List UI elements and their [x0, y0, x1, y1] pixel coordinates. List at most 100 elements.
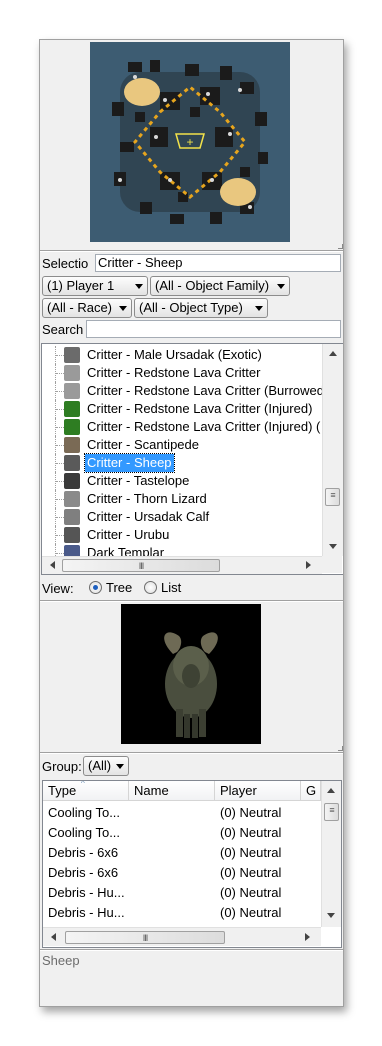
tree-item[interactable]: Critter - Thorn Lizard: [42, 490, 322, 508]
chevron-down-icon: [119, 306, 127, 311]
tree-item[interactable]: Critter - Urubu: [42, 526, 322, 544]
grid-horizontal-scrollbar[interactable]: III: [43, 927, 321, 946]
tree-line: [56, 463, 64, 464]
object-type-dropdown[interactable]: (All - Object Type): [134, 298, 268, 318]
sort-ascending-icon: ^: [81, 781, 85, 788]
scroll-thumb[interactable]: ≡: [324, 803, 339, 821]
scroll-up-icon[interactable]: [327, 788, 335, 793]
player-dropdown[interactable]: (1) Player 1: [42, 276, 148, 296]
cell-name: [134, 903, 218, 923]
column-header-type-label: Type: [48, 783, 77, 798]
dark-templar-icon: [64, 545, 80, 556]
tree-item[interactable]: Critter - Sheep: [42, 453, 322, 473]
search-input[interactable]: [86, 320, 341, 338]
cell-type: Cooling To...: [48, 825, 121, 840]
column-header-player[interactable]: Player: [215, 781, 301, 801]
resize-grip[interactable]: [338, 746, 343, 751]
scroll-left-icon[interactable]: [51, 933, 56, 941]
table-row[interactable]: Cooling To... (0) Neutral: [43, 823, 321, 843]
tree-line: [56, 481, 64, 482]
tree-item-label: Critter - Ursadak Calf: [87, 509, 210, 524]
table-row[interactable]: Cooling To... (0) Neutral: [43, 803, 321, 823]
tree-line: [55, 544, 56, 556]
tree-line: [56, 499, 64, 500]
cell-player: (0) Neutral: [220, 865, 282, 880]
search-label: Search: [42, 322, 84, 337]
divider: [40, 600, 343, 602]
scroll-thumb[interactable]: III: [62, 559, 220, 572]
cell-player: (0) Neutral: [220, 905, 282, 920]
cell-type: Debris - 6x6: [48, 865, 119, 880]
column-header-g[interactable]: G: [301, 781, 321, 801]
lava-critter-burrowed-icon: [64, 383, 80, 399]
chevron-down-icon: [116, 764, 124, 769]
tree-item[interactable]: Critter - Redstone Lava Critter (Injured…: [42, 418, 322, 436]
table-row[interactable]: Debris - 6x6 (0) Neutral: [43, 863, 321, 883]
tree-item-label: Critter - Redstone Lava Critter (Injured…: [87, 401, 313, 416]
tree-vertical-scrollbar[interactable]: ≡: [322, 344, 343, 556]
list-radio-label[interactable]: List: [161, 580, 181, 595]
scroll-right-icon[interactable]: [305, 933, 310, 941]
tree-line: [56, 409, 64, 410]
chevron-down-icon: [135, 284, 143, 289]
tree-radio-label[interactable]: Tree: [106, 580, 132, 595]
table-row[interactable]: Debris - Hu... (0) Neutral: [43, 903, 321, 923]
tree-line: [56, 427, 64, 428]
tree-item-label: Critter - Thorn Lizard: [87, 491, 207, 506]
column-header-type[interactable]: Type ^: [43, 781, 129, 801]
tree-item-label: Dark Templar: [87, 545, 165, 556]
tree-item[interactable]: Critter - Male Ursadak (Exotic): [42, 346, 322, 364]
tree-item[interactable]: Critter - Redstone Lava Critter: [42, 364, 322, 382]
tree-item[interactable]: Dark Templar: [42, 544, 322, 556]
scroll-up-icon[interactable]: [329, 351, 337, 356]
scroll-thumb[interactable]: III: [65, 931, 225, 944]
tree-item[interactable]: Critter - Redstone Lava Critter (Injured…: [42, 400, 322, 418]
unit-tree[interactable]: Critter - Male Ursadak (Exotic) Critter -…: [41, 343, 343, 575]
cell-player: (0) Neutral: [220, 805, 282, 820]
table-row[interactable]: Debris - Hu... (0) Neutral: [43, 883, 321, 903]
minimap-terrain: +: [90, 42, 290, 242]
tree-item[interactable]: Critter - Tastelope: [42, 472, 322, 490]
selection-field[interactable]: Critter - Sheep: [95, 254, 341, 272]
tree-horizontal-scrollbar[interactable]: III: [42, 556, 322, 574]
column-header-name[interactable]: Name: [129, 781, 215, 801]
tree-item-label: Critter - Redstone Lava Critter (Burrowe…: [87, 383, 322, 398]
scroll-right-icon[interactable]: [306, 561, 311, 569]
cell-type: Cooling To...: [48, 805, 121, 820]
tree-item[interactable]: Critter - Ursadak Calf: [42, 508, 322, 526]
tree-item-label: Critter - Redstone Lava Critter (Injured…: [87, 419, 321, 434]
object-family-dropdown-value: (All - Object Family): [155, 278, 270, 293]
resize-grip[interactable]: [338, 244, 343, 249]
status-text: Sheep: [42, 953, 80, 968]
list-radio[interactable]: [144, 581, 157, 594]
tree-line: [56, 445, 64, 446]
cell-player: (0) Neutral: [220, 845, 282, 860]
tree-radio[interactable]: [89, 581, 102, 594]
scroll-down-icon[interactable]: [327, 913, 335, 918]
cell-name: [134, 843, 218, 863]
cell-type: Debris - Hu...: [48, 885, 125, 900]
tree-item[interactable]: Critter - Scantipede: [42, 436, 322, 454]
table-row[interactable]: Debris - 6x6 (0) Neutral: [43, 843, 321, 863]
scantipede-icon: [64, 437, 80, 453]
model-preview[interactable]: [121, 604, 261, 744]
object-family-dropdown[interactable]: (All - Object Family): [150, 276, 290, 296]
scrollbar-corner: [322, 556, 342, 573]
object-grid[interactable]: Type ^ Name Player G Cooling To... (0) Ne…: [42, 780, 342, 948]
tree-item-label: Critter - Scantipede: [87, 437, 199, 452]
lava-critter-injured-2-icon: [64, 419, 80, 435]
player-dropdown-value: (1) Player 1: [47, 278, 115, 293]
tastelope-icon: [64, 473, 80, 489]
minimap[interactable]: +: [90, 42, 290, 242]
cell-name: [134, 863, 218, 883]
race-dropdown[interactable]: (All - Race): [42, 298, 132, 318]
tree-line: [56, 391, 64, 392]
ursadak-calf-icon: [64, 509, 80, 525]
tree-item[interactable]: Critter - Redstone Lava Critter (Burrowe…: [42, 382, 322, 400]
grid-vertical-scrollbar[interactable]: ≡: [321, 781, 341, 927]
tree-item-label: Critter - Sheep: [84, 453, 175, 473]
scroll-down-icon[interactable]: [329, 544, 337, 549]
scroll-left-icon[interactable]: [50, 561, 55, 569]
group-dropdown[interactable]: (All): [83, 756, 129, 776]
scroll-thumb[interactable]: ≡: [325, 488, 340, 506]
